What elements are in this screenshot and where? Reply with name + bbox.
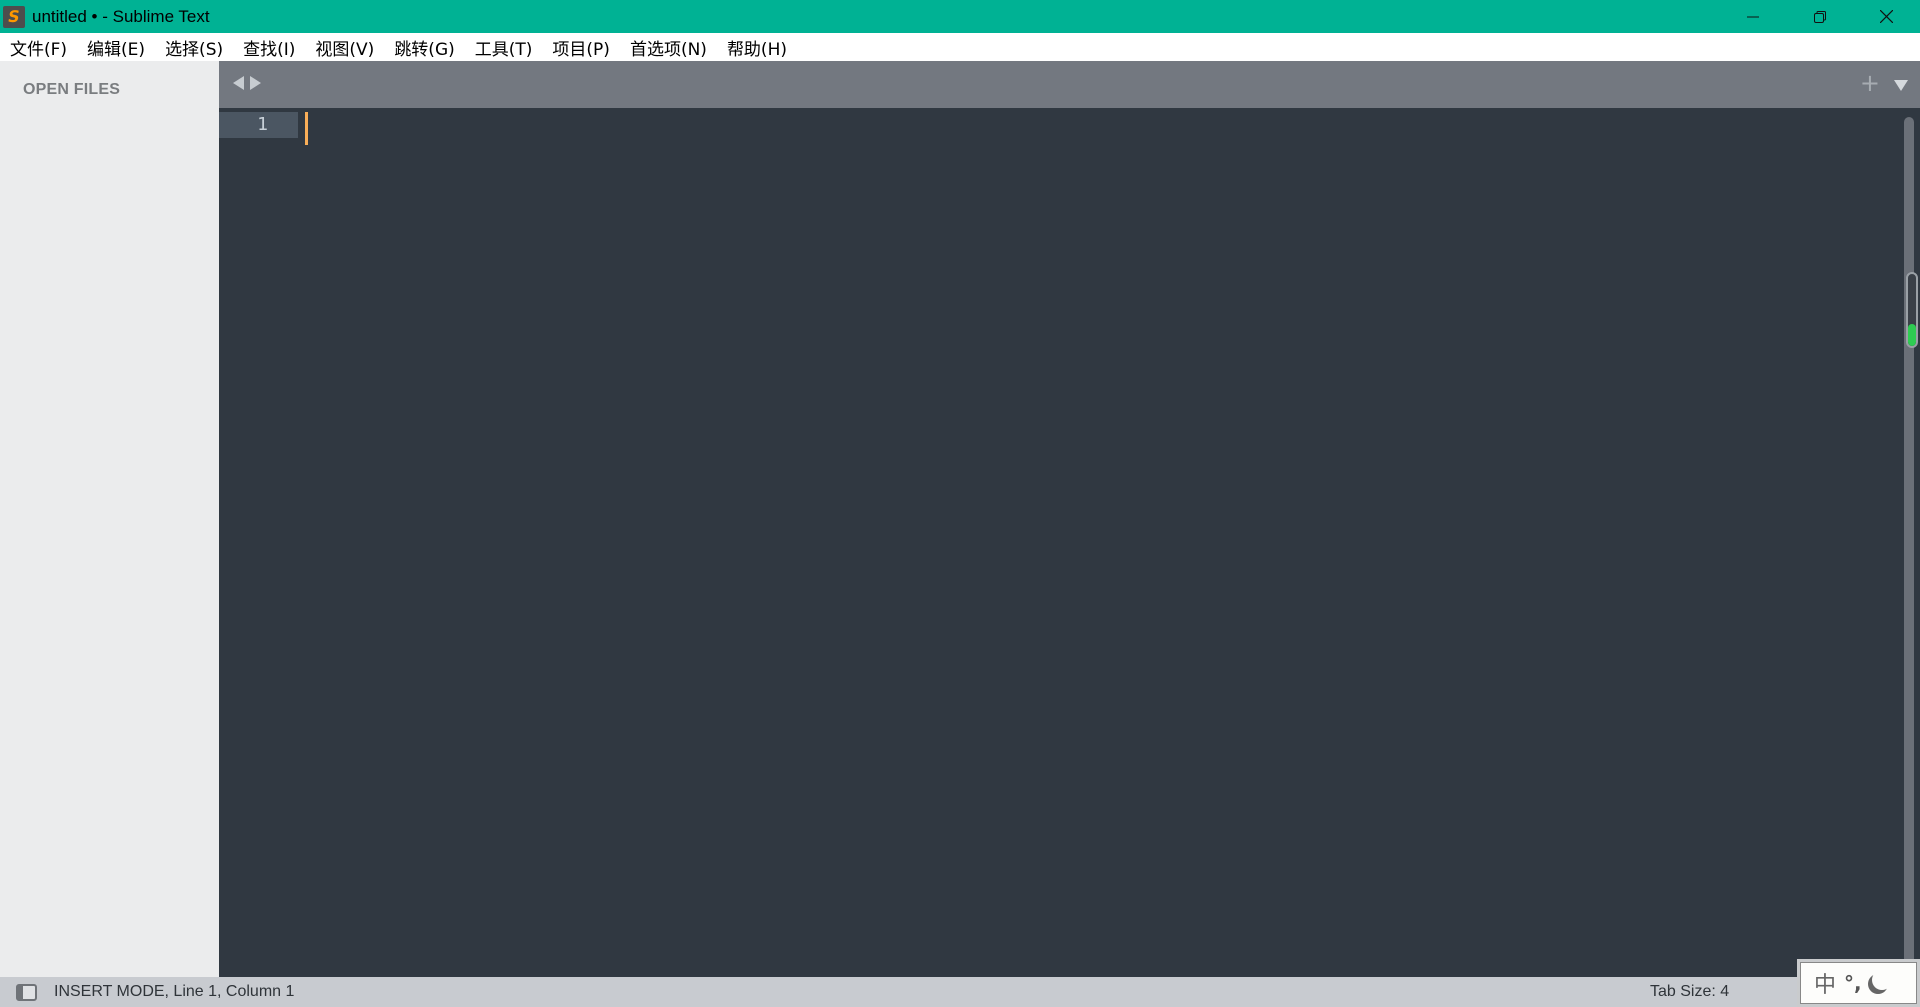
sublime-text-logo-icon: S — [3, 5, 25, 28]
title-bar: S untitled • - Sublime Text — [0, 0, 1920, 33]
status-bar: INSERT MODE, Line 1, Column 1 Tab Size: … — [0, 977, 1920, 1007]
menu-edit[interactable]: 编辑(E) — [77, 33, 155, 61]
tab-size-indicator[interactable]: Tab Size: 4 — [1650, 983, 1729, 1001]
ime-punctuation-toggle[interactable]: °, — [1844, 971, 1862, 995]
line-number: 1 — [257, 114, 268, 135]
menu-find[interactable]: 查找(I) — [233, 33, 305, 61]
minimize-button[interactable] — [1719, 0, 1786, 33]
menu-view[interactable]: 视图(V) — [305, 33, 384, 61]
logo-glyph: S — [6, 6, 22, 26]
half-width-moon-icon[interactable] — [1872, 970, 1892, 990]
tab-list-dropdown-icon[interactable] — [1894, 80, 1908, 91]
previous-tab-icon[interactable] — [233, 76, 244, 90]
status-mode-position: INSERT MODE, Line 1, Column 1 — [54, 983, 295, 1000]
text-caret — [305, 112, 308, 145]
restore-icon — [1813, 10, 1826, 23]
scroll-indicator-widget[interactable] — [1906, 272, 1918, 348]
tab-navigation — [233, 76, 261, 90]
restore-button[interactable] — [1786, 0, 1853, 33]
next-tab-icon[interactable] — [250, 76, 261, 90]
tab-bar: + — [219, 61, 1920, 108]
scroll-indicator-fill — [1908, 324, 1916, 346]
menu-help[interactable]: 帮助(H) — [717, 33, 797, 61]
ime-language-toggle[interactable]: 中 — [1814, 967, 1836, 999]
menu-selection[interactable]: 选择(S) — [155, 33, 233, 61]
editor-area[interactable]: 1 — [219, 108, 1920, 977]
new-tab-icon[interactable]: + — [1860, 71, 1880, 95]
toggle-sidebar-icon[interactable] — [16, 984, 37, 1001]
close-button[interactable] — [1853, 0, 1920, 33]
menu-goto[interactable]: 跳转(G) — [384, 33, 464, 61]
vertical-scrollbar[interactable] — [1904, 117, 1914, 977]
gutter-active-line: 1 — [219, 112, 298, 138]
menu-file[interactable]: 文件(F) — [0, 33, 77, 61]
sidebar: OPEN FILES — [0, 61, 219, 977]
menu-project[interactable]: 项目(P) — [542, 33, 620, 61]
ime-toolbar[interactable]: 中 °, — [1797, 959, 1920, 1007]
minimize-icon — [1746, 16, 1759, 17]
close-icon — [1880, 10, 1893, 23]
menu-preferences[interactable]: 首选项(N) — [620, 33, 717, 61]
menu-tools[interactable]: 工具(T) — [465, 33, 543, 61]
menu-bar: 文件(F) 编辑(E) 选择(S) 查找(I) 视图(V) 跳转(G) 工具(T… — [0, 33, 1920, 61]
open-files-heading: OPEN FILES — [23, 81, 121, 98]
window-title: untitled • - Sublime Text — [32, 6, 210, 26]
window-controls — [1719, 0, 1920, 33]
